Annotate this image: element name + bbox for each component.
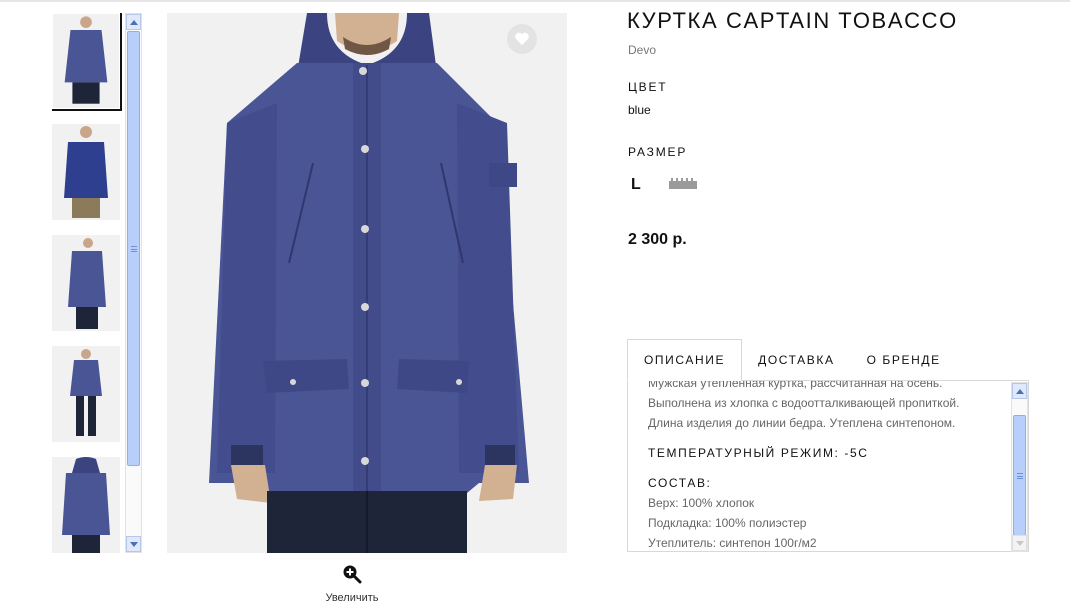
size-label: РАЗМЕР (628, 145, 688, 159)
color-label: ЦВЕТ (628, 80, 668, 94)
thumbnail-1[interactable] (52, 13, 122, 111)
color-value: blue (628, 103, 651, 117)
grip-icon (130, 245, 137, 252)
thumbnail-scroll-thumb[interactable] (127, 31, 140, 466)
thumbnail-3-image (52, 235, 120, 331)
composition-line: Верх: 100% хлопок (648, 496, 755, 510)
zoom-in-icon (343, 565, 362, 584)
thumbnail-4-image (52, 346, 120, 442)
heart-icon (515, 32, 529, 45)
product-title: КУРТКА CAPTAIN TOBACCO (627, 8, 958, 33)
grip-icon (1016, 472, 1023, 479)
tab-description[interactable]: ОПИСАНИЕ (627, 339, 743, 381)
chevron-up-icon (1015, 388, 1024, 394)
description-panel: Мужская утепленная куртка, рассчитанная … (627, 380, 1029, 552)
thumbnail-1-image (53, 14, 119, 108)
jacket-photo (167, 13, 567, 553)
description-scrollbar[interactable] (1011, 382, 1028, 552)
composition-heading: СОСТАВ: (648, 476, 712, 490)
tab-delivery[interactable]: ДОСТАВКА (742, 339, 850, 381)
info-tabs: ОПИСАНИЕ ДОСТАВКА О БРЕНДЕ (627, 339, 957, 381)
top-divider (0, 0, 1070, 2)
description-content: Мужская утепленная куртка, рассчитанная … (648, 380, 1008, 551)
thumbnail-2-image (52, 124, 120, 220)
composition-line: Утеплитель: синтепон 100г/м2 (648, 536, 817, 550)
thumbnail-scrollbar[interactable] (125, 13, 142, 553)
thumbnail-5-image (52, 457, 120, 553)
temperature-heading: ТЕМПЕРАТУРНЫЙ РЕЖИМ: -5С (648, 446, 869, 460)
composition-line: Подкладка: 100% полиэстер (648, 516, 807, 530)
size-option-l[interactable]: L (631, 176, 641, 194)
thumbnail-4[interactable] (52, 346, 120, 442)
main-product-image[interactable] (167, 13, 567, 553)
ruler-icon[interactable] (669, 178, 697, 189)
description-line: Мужская утепленная куртка, рассчитанная … (648, 380, 943, 390)
product-page: Увеличить КУРТКА CAPTAIN TOBACCO Devo ЦВ… (0, 0, 1070, 609)
chevron-down-icon (1015, 540, 1024, 546)
zoom-label: Увеличить (325, 592, 379, 604)
description-scroll-down-button[interactable] (1012, 535, 1027, 551)
product-brand-link[interactable]: Devo (628, 43, 656, 57)
thumbnail-list (52, 13, 122, 553)
chevron-up-icon (129, 19, 138, 25)
description-line: Выполнена из хлопка с водоотталкивающей … (648, 396, 960, 410)
thumbnail-scroll-up-button[interactable] (126, 14, 141, 30)
thumbnail-scroll-down-button[interactable] (126, 536, 141, 552)
description-line: Длина изделия до линии бедра. Утеплена с… (648, 416, 956, 430)
zoom-button[interactable]: Увеличить (312, 564, 392, 606)
chevron-down-icon (129, 541, 138, 547)
thumbnail-5[interactable] (52, 457, 120, 553)
description-scroll-thumb[interactable] (1013, 415, 1026, 536)
thumbnail-3[interactable] (52, 235, 120, 331)
description-scroll-up-button[interactable] (1012, 383, 1027, 399)
tab-brand[interactable]: О БРЕНДЕ (851, 339, 957, 381)
favorite-button[interactable] (507, 24, 537, 54)
product-price: 2 300 р. (628, 231, 687, 248)
thumbnail-2[interactable] (52, 124, 120, 220)
